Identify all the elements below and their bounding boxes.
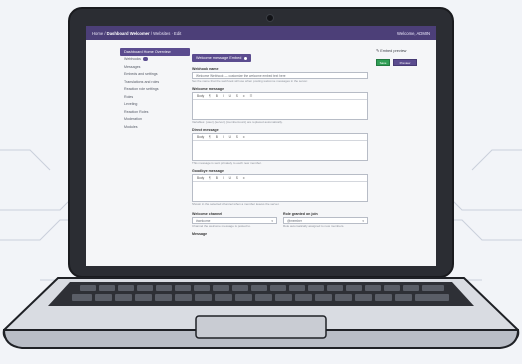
laptop-base (2, 277, 520, 349)
